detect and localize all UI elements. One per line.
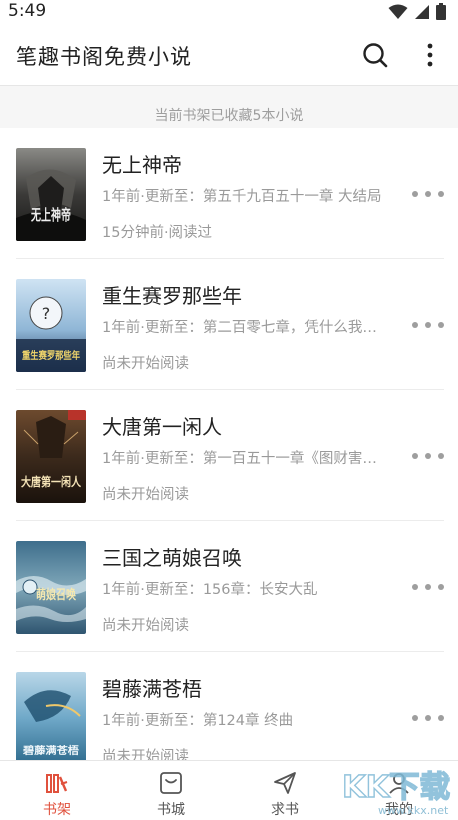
tab-label: 求书	[271, 802, 299, 818]
book-latest-chapter: 1年前·更新至：第一百五十一章《图财害…	[102, 451, 377, 467]
book-item[interactable]: 无上神帝 无上神帝 1年前·更新至：第五千九百五十一章 大结局 15分钟前·阅读…	[0, 128, 458, 259]
book-item[interactable]: 大唐第一闲人 大唐第一闲人 1年前·更新至：第一百五十一章《图财害… 尚未开始阅…	[0, 390, 458, 521]
book-cover-art: 大唐第一闲人	[16, 410, 86, 503]
tab-bookstore[interactable]: 书城	[114, 761, 228, 820]
tab-request-book[interactable]: 求书	[228, 761, 342, 820]
watermark-text: www.kkx.net	[378, 804, 449, 817]
more-horiz-icon[interactable]	[412, 710, 444, 726]
svg-text:KK下载: KK下载	[342, 770, 450, 805]
more-horiz-icon[interactable]	[412, 186, 444, 202]
book-cover: 大唐第一闲人	[16, 410, 86, 503]
book-title: 碧藤满苍梧	[102, 677, 202, 701]
book-read-status: 15分钟前·阅读过	[102, 225, 213, 241]
book-latest-chapter: 1年前·更新至：第二百零七章，凭什么我…	[102, 320, 377, 336]
cover-title: 大唐第一闲人	[21, 474, 82, 489]
more-vert-icon[interactable]	[418, 40, 442, 70]
book-title: 无上神帝	[102, 153, 182, 177]
book-list: 无上神帝 无上神帝 1年前·更新至：第五千九百五十一章 大结局 15分钟前·阅读…	[0, 128, 458, 760]
book-read-status: 尚未开始阅读	[102, 487, 189, 503]
svg-text:?: ?	[42, 304, 51, 323]
status-bar: 5:49	[0, 0, 458, 24]
more-horiz-icon[interactable]	[412, 579, 444, 595]
book-latest-chapter: 1年前·更新至：第124章 终曲	[102, 713, 294, 729]
wifi-icon	[388, 4, 408, 24]
book-item[interactable]: 碧藤满苍梧 碧藤满苍梧 1年前·更新至：第124章 终曲 尚未开始阅读	[0, 652, 458, 760]
cover-title: 碧藤满苍梧	[22, 744, 79, 757]
cover-title: 萌娘召唤	[36, 587, 77, 603]
book-item[interactable]: ? 重生赛罗那些年 重生赛罗那些年 1年前·更新至：第二百零七章，凭什么我… 尚…	[0, 259, 458, 390]
book-cover: 萌娘召唤	[16, 541, 86, 634]
book-latest-chapter: 1年前·更新至：156章：长安大乱	[102, 582, 318, 598]
status-time: 5:49	[8, 1, 47, 21]
cover-title: 无上神帝	[30, 206, 71, 224]
status-icons	[388, 3, 446, 24]
bookshelf-icon	[45, 771, 69, 795]
book-title: 重生赛罗那些年	[102, 284, 242, 308]
book-cover: 无上神帝	[16, 148, 86, 241]
app-title: 笔趣书阁免费小说	[16, 45, 192, 69]
search-icon[interactable]	[361, 41, 389, 69]
book-cover-art: 萌娘召唤	[16, 541, 86, 634]
tab-label: 书架	[43, 802, 71, 818]
book-title: 三国之萌娘召唤	[102, 546, 242, 570]
book-cover-art: 无上神帝	[16, 148, 86, 241]
more-horiz-icon[interactable]	[412, 448, 444, 464]
book-cover-art: 碧藤满苍梧	[16, 672, 86, 760]
book-cover-art: ? 重生赛罗那些年	[16, 279, 86, 372]
book-latest-chapter: 1年前·更新至：第五千九百五十一章 大结局	[102, 189, 382, 205]
shelf-info-banner: 当前书架已收藏5本小说	[0, 86, 458, 128]
book-read-status: 尚未开始阅读	[102, 356, 189, 372]
shelf-info-text: 当前书架已收藏5本小说	[154, 108, 304, 124]
tab-label: 书城	[157, 802, 185, 818]
book-read-status: 尚未开始阅读	[102, 749, 189, 760]
app-bar: 笔趣书阁免费小说	[0, 24, 458, 86]
book-item[interactable]: 萌娘召唤 三国之萌娘召唤 1年前·更新至：156章：长安大乱 尚未开始阅读	[0, 521, 458, 652]
book-title: 大唐第一闲人	[102, 415, 222, 439]
watermark-logo: KK下载 www.kkx.net	[338, 763, 456, 819]
bookstore-icon	[159, 771, 183, 795]
book-cover: 碧藤满苍梧	[16, 672, 86, 760]
cover-title: 重生赛罗那些年	[22, 349, 80, 362]
book-read-status: 尚未开始阅读	[102, 618, 189, 634]
paper-plane-icon	[273, 771, 297, 795]
battery-icon	[436, 3, 446, 24]
more-horiz-icon[interactable]	[412, 317, 444, 333]
watermark-graphic: KK下载	[341, 769, 450, 805]
book-cover: ? 重生赛罗那些年	[16, 279, 86, 372]
signal-icon	[414, 4, 430, 24]
tab-bookshelf[interactable]: 书架	[0, 761, 114, 820]
